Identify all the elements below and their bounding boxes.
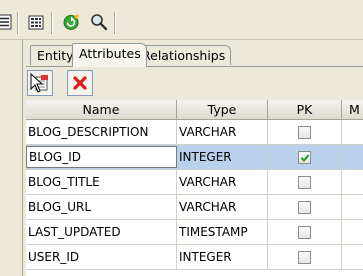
add-attribute-button[interactable]	[27, 70, 53, 96]
table-row[interactable]: BLOG_DESCRIPTION VARCHAR	[26, 120, 363, 145]
pk-cell	[268, 195, 342, 219]
pk-cell	[268, 145, 342, 169]
grid-view-button[interactable]	[25, 11, 47, 33]
tab-attributes[interactable]: Attributes	[72, 43, 147, 67]
column-header-pk[interactable]: PK	[268, 100, 342, 120]
attribute-type[interactable]: INTEGER	[177, 245, 268, 269]
refresh-icon	[61, 14, 81, 35]
search-button[interactable]	[88, 11, 110, 33]
m-cell	[342, 220, 363, 244]
pk-checkbox[interactable]	[298, 226, 311, 239]
pk-checkbox[interactable]	[298, 176, 311, 189]
column-header-label: Type	[207, 102, 237, 117]
pk-checkbox[interactable]	[298, 151, 311, 164]
m-cell	[342, 245, 363, 269]
table-row[interactable]: USER_ID INTEGER	[26, 245, 363, 270]
pk-checkbox[interactable]	[298, 201, 311, 214]
pk-cell	[268, 170, 342, 194]
delete-attribute-icon	[68, 76, 92, 98]
list-view-button[interactable]	[0, 11, 16, 33]
pk-cell	[268, 120, 342, 144]
checkmark-icon	[300, 154, 310, 162]
attributes-table: Name Type PK M BLOG_DESCRIPTION VARCHAR …	[26, 100, 363, 276]
main-toolbar	[0, 0, 363, 40]
column-header-name[interactable]: Name	[26, 100, 177, 120]
column-header-label: M	[349, 102, 360, 117]
column-header-label: PK	[296, 102, 313, 117]
search-icon	[89, 14, 109, 35]
table-row[interactable]: LAST_UPDATED TIMESTAMP	[26, 220, 363, 245]
pk-cell	[268, 245, 342, 269]
attribute-name[interactable]: LAST_UPDATED	[26, 220, 177, 244]
tab-label: Attributes	[79, 46, 141, 61]
attribute-type[interactable]: TIMESTAMP	[177, 220, 268, 244]
tab-label: Relationships	[142, 48, 226, 63]
column-header-m[interactable]: M	[342, 100, 363, 120]
grid-view-icon	[26, 15, 46, 35]
attribute-name[interactable]: USER_ID	[26, 245, 177, 269]
m-cell	[342, 120, 363, 144]
table-row[interactable]: BLOG_TITLE VARCHAR	[26, 170, 363, 195]
list-view-icon	[0, 14, 15, 35]
table-row[interactable]: BLOG_ID INTEGER	[26, 145, 363, 170]
tab-relationships[interactable]: Relationships	[135, 45, 232, 65]
attribute-name-editor[interactable]: BLOG_ID	[26, 146, 177, 168]
pk-cell	[268, 220, 342, 244]
pk-checkbox[interactable]	[298, 251, 311, 264]
attribute-type[interactable]: VARCHAR	[177, 170, 268, 194]
column-header-label: Name	[82, 102, 120, 117]
delete-attribute-button[interactable]	[67, 70, 93, 96]
pk-checkbox[interactable]	[298, 126, 311, 139]
attribute-name[interactable]: BLOG_DESCRIPTION	[26, 120, 177, 144]
column-header-type[interactable]: Type	[177, 100, 268, 120]
refresh-button[interactable]	[60, 11, 82, 33]
m-cell	[342, 170, 363, 194]
tab-label: Entity	[37, 48, 74, 63]
table-row[interactable]: BLOG_URL VARCHAR	[26, 195, 363, 220]
m-cell	[342, 145, 363, 169]
m-cell	[342, 195, 363, 219]
attribute-name[interactable]: BLOG_TITLE	[26, 170, 177, 194]
attribute-type[interactable]: VARCHAR	[177, 195, 268, 219]
attribute-type[interactable]: VARCHAR	[177, 120, 268, 144]
add-attribute-icon	[28, 72, 52, 98]
attribute-type[interactable]: INTEGER	[177, 145, 268, 169]
attribute-name[interactable]: BLOG_URL	[26, 195, 177, 219]
